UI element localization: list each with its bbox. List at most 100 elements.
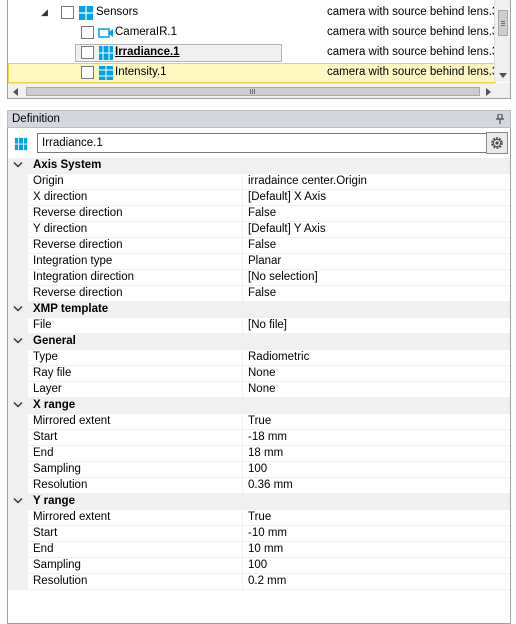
property-value[interactable]: [Default] Y Axis (248, 223, 326, 235)
property-row[interactable]: X direction [Default] X Axis (8, 189, 510, 206)
property-value[interactable]: [Default] X Axis (248, 191, 326, 203)
property-row[interactable]: Ray file None (8, 365, 510, 382)
collapse-arrow-icon[interactable]: ◢ (41, 7, 48, 18)
property-name: Integration type (33, 255, 113, 267)
property-value[interactable]: [No selection] (248, 271, 318, 283)
property-row[interactable]: Sampling 100 (8, 461, 510, 478)
chevron-down-icon[interactable] (13, 161, 23, 169)
chevron-down-icon[interactable] (13, 337, 23, 345)
property-row[interactable]: Start -18 mm (8, 429, 510, 446)
chevron-down-icon[interactable] (13, 497, 23, 505)
property-row[interactable]: File [No file] (8, 317, 510, 334)
scrollbar-corner (494, 83, 510, 98)
definition-panel-header: Definition (7, 110, 511, 128)
property-row[interactable]: Reverse direction False (8, 237, 510, 254)
property-name: Type (33, 351, 58, 363)
property-value[interactable]: -10 mm (248, 527, 287, 539)
tree-item-source: camera with source behind lens.3 (327, 6, 499, 18)
property-value[interactable]: 0.36 mm (248, 479, 293, 491)
property-value[interactable]: 18 mm (248, 447, 283, 459)
property-row[interactable]: Resolution 0.36 mm (8, 477, 510, 494)
chevron-down-icon[interactable] (13, 305, 23, 313)
visibility-checkbox[interactable] (81, 46, 94, 59)
visibility-checkbox[interactable] (81, 66, 94, 79)
property-name: End (33, 543, 54, 555)
property-value[interactable]: 100 (248, 559, 267, 571)
property-value[interactable]: True (248, 511, 271, 523)
tree-item-source: camera with source behind lens.3 (327, 26, 499, 38)
tree-item-label: Irradiance.1 (115, 46, 180, 58)
property-row[interactable]: End 18 mm (8, 445, 510, 462)
category-general[interactable]: General (8, 333, 510, 350)
property-value[interactable]: 0.2 mm (248, 575, 286, 587)
scroll-thumb[interactable] (498, 10, 508, 36)
tree-vertical-scrollbar[interactable] (494, 0, 510, 82)
property-value[interactable]: Planar (248, 255, 281, 267)
chevron-down-icon[interactable] (13, 401, 23, 409)
property-value[interactable]: [No file] (248, 319, 287, 331)
property-value[interactable]: None (248, 367, 276, 379)
category-y-range[interactable]: Y range (8, 493, 510, 510)
definition-panel: Axis System Origin irradaince center.Orig… (7, 128, 511, 624)
scroll-right-arrow-icon[interactable] (486, 88, 491, 96)
tree-row-irradiance[interactable]: Irradiance.1 camera with source behind l… (8, 43, 498, 64)
property-row[interactable]: Sampling 100 (8, 557, 510, 574)
tree-item-label: CameraIR.1 (115, 26, 177, 38)
property-row[interactable]: Origin irradaince center.Origin (8, 173, 510, 190)
property-value[interactable]: True (248, 415, 271, 427)
scroll-down-arrow-icon[interactable] (499, 73, 507, 78)
visibility-checkbox[interactable] (61, 6, 74, 19)
property-value[interactable]: False (248, 207, 276, 219)
property-name: Integration direction (33, 271, 135, 283)
property-name: Ray file (33, 367, 72, 379)
property-row[interactable]: Start -10 mm (8, 525, 510, 542)
category-title: General (33, 335, 76, 347)
property-value[interactable]: 100 (248, 463, 267, 475)
property-row[interactable]: Reverse direction False (8, 205, 510, 222)
scene-tree: ◢ Sensors camera with source behind lens… (7, 0, 511, 99)
scroll-left-arrow-icon[interactable] (13, 88, 18, 96)
tree-item-label: Sensors (96, 6, 139, 18)
tree-row-sensors[interactable]: ◢ Sensors camera with source behind lens… (8, 3, 499, 23)
category-title: XMP template (33, 303, 109, 315)
irradiance-sensor-icon (14, 137, 28, 154)
property-value[interactable]: False (248, 239, 276, 251)
property-name: Sampling (33, 463, 81, 475)
scroll-thumb[interactable] (26, 87, 480, 96)
tree-horizontal-scrollbar[interactable] (8, 83, 496, 98)
visibility-checkbox[interactable] (81, 26, 94, 39)
settings-button[interactable] (486, 132, 508, 154)
irradiance-sensor-icon (98, 45, 114, 64)
property-value[interactable]: 10 mm (248, 543, 283, 555)
property-name: Mirrored extent (33, 415, 111, 427)
property-row[interactable]: Integration type Planar (8, 253, 510, 270)
property-row[interactable]: Resolution 0.2 mm (8, 573, 510, 590)
property-row[interactable]: Layer None (8, 381, 510, 398)
category-title: X range (33, 399, 76, 411)
panel-title: Definition (12, 113, 60, 125)
property-value[interactable]: irradaince center.Origin (248, 175, 367, 187)
category-axis-system[interactable]: Axis System (8, 157, 510, 174)
property-value[interactable]: Radiometric (248, 351, 309, 363)
property-value[interactable]: -18 mm (248, 431, 287, 443)
tree-item-source: camera with source behind lens.3 (327, 66, 499, 78)
property-name: Reverse direction (33, 207, 123, 219)
name-input[interactable] (37, 133, 489, 153)
property-row[interactable]: Y direction [Default] Y Axis (8, 221, 510, 238)
tree-row-intensity[interactable]: Intensity.1 camera with source behind le… (8, 63, 499, 83)
category-xmp-template[interactable]: XMP template (8, 301, 510, 318)
property-value[interactable]: False (248, 287, 276, 299)
category-x-range[interactable]: X range (8, 397, 510, 414)
category-title: Y range (33, 495, 75, 507)
property-row[interactable]: Integration direction [No selection] (8, 269, 510, 286)
property-row[interactable]: Mirrored extent True (8, 413, 510, 430)
property-row[interactable]: End 10 mm (8, 541, 510, 558)
property-value[interactable]: None (248, 383, 276, 395)
property-row[interactable]: Type Radiometric (8, 349, 510, 366)
property-row[interactable]: Reverse direction False (8, 285, 510, 302)
property-name: X direction (33, 191, 88, 203)
tree-row-camera[interactable]: CameraIR.1 camera with source behind len… (8, 23, 499, 43)
property-name: Layer (33, 383, 62, 395)
property-row[interactable]: Mirrored extent True (8, 509, 510, 526)
pin-icon[interactable] (495, 114, 505, 124)
